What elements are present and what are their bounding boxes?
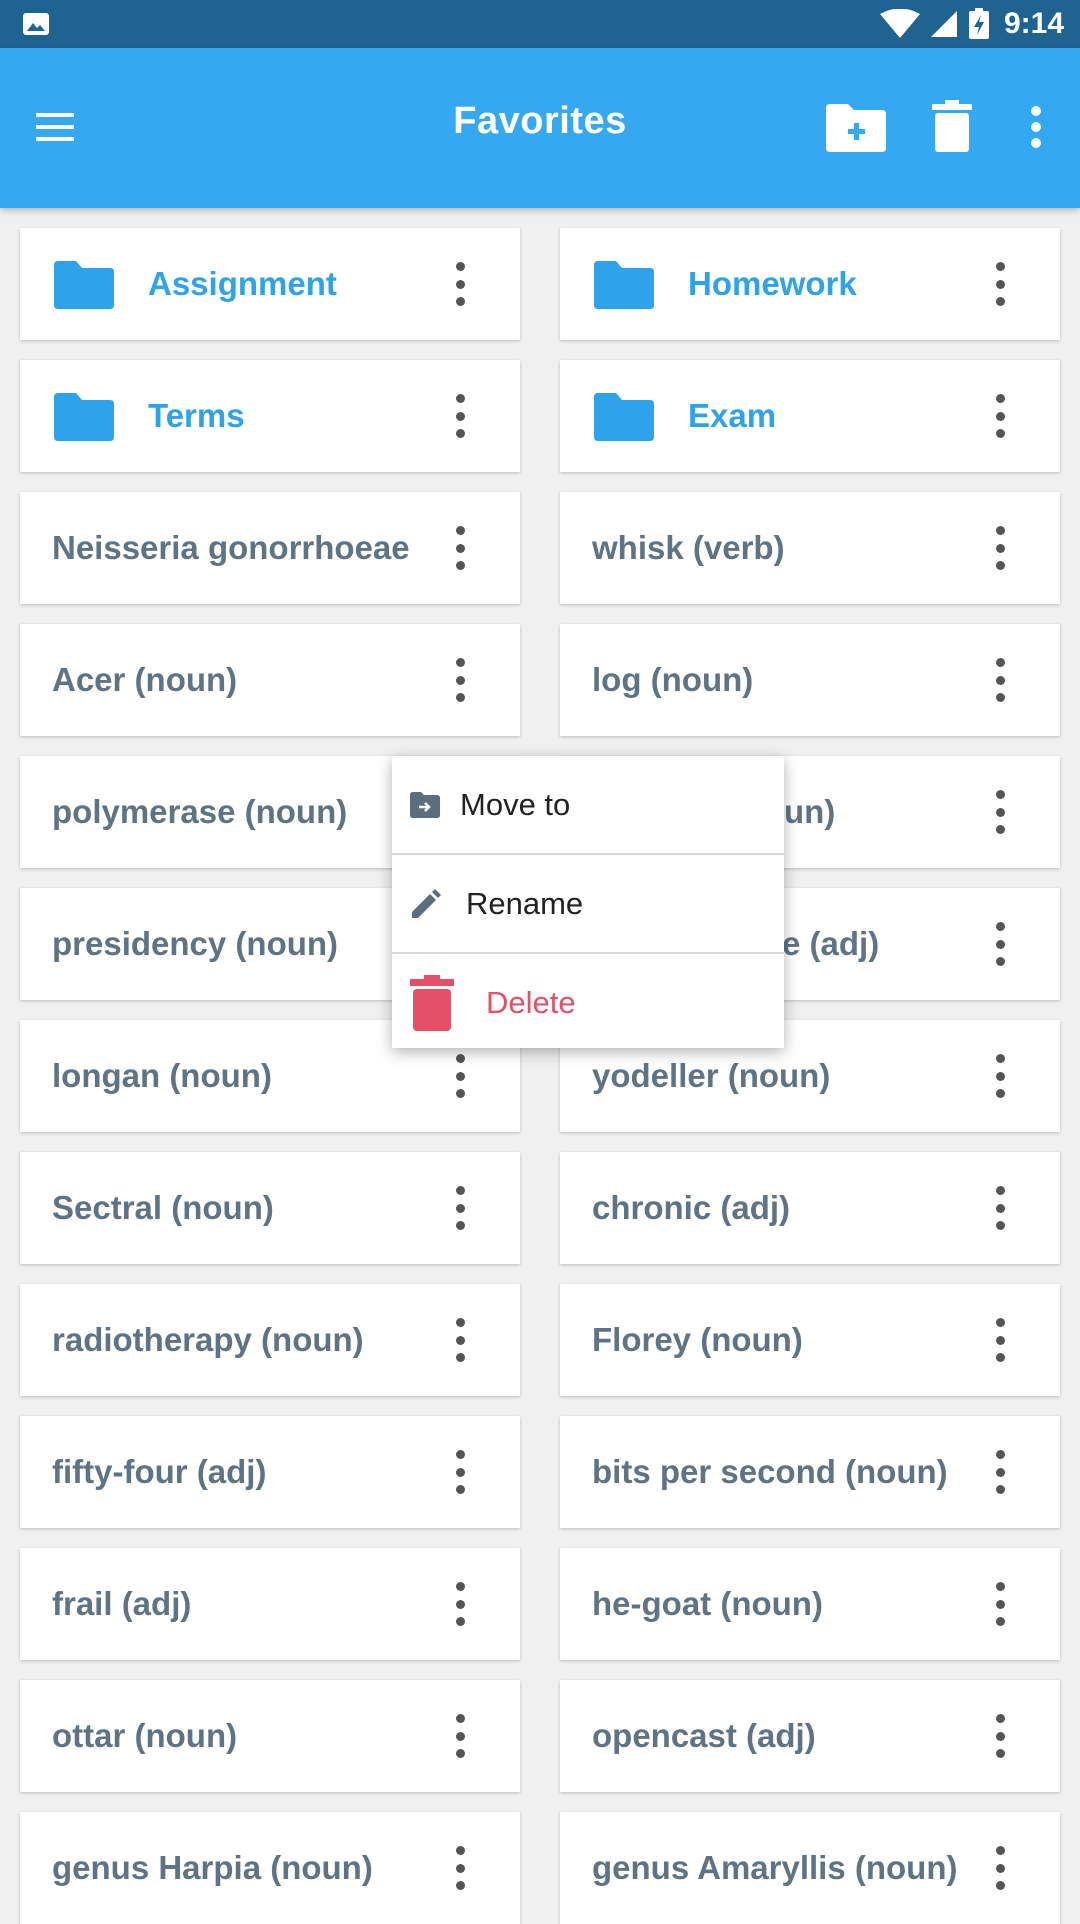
folder-card-assignment[interactable]: Assignment — [20, 228, 520, 340]
move-to-icon — [410, 791, 440, 818]
word-label: genus Harpia (noun) — [52, 1849, 373, 1886]
word-card[interactable]: opencast (adj) — [560, 1680, 1060, 1792]
word-card[interactable]: bits per second (noun) — [560, 1416, 1060, 1528]
more-vert-icon[interactable] — [988, 1582, 1012, 1626]
more-vert-icon[interactable] — [988, 526, 1012, 570]
word-card[interactable]: radiotherapy (noun) — [20, 1284, 520, 1396]
more-vert-icon[interactable] — [988, 1318, 1012, 1362]
folder-label: Exam — [688, 397, 777, 434]
menu-item-label: Move to — [460, 786, 571, 822]
word-card[interactable]: log (noun) — [560, 624, 1060, 736]
word-card[interactable]: he-goat (noun) — [560, 1548, 1060, 1660]
more-vert-icon[interactable] — [988, 1846, 1012, 1890]
word-label: Florey (noun) — [592, 1321, 803, 1358]
word-label: longan (noun) — [52, 1057, 272, 1094]
word-label: Acer (noun) — [52, 661, 238, 698]
more-vert-icon[interactable] — [988, 262, 1012, 306]
folder-card-terms[interactable]: Terms — [20, 360, 520, 472]
menu-item-label: Delete — [486, 984, 576, 1020]
more-vert-icon[interactable] — [448, 1186, 472, 1230]
status-icons: 9:14 — [879, 0, 1064, 48]
more-vert-icon[interactable] — [988, 1054, 1012, 1098]
status-bar: 9:14 — [0, 0, 1080, 48]
folder-icon — [54, 261, 114, 309]
more-vert-icon[interactable] — [448, 1714, 472, 1758]
cell-signal-icon — [930, 11, 957, 37]
word-card[interactable]: ottar (noun) — [20, 1680, 520, 1792]
folder-icon — [594, 393, 654, 441]
more-vert-icon[interactable] — [988, 1450, 1012, 1494]
more-vert-icon[interactable] — [1022, 106, 1050, 148]
word-label: radiotherapy (noun) — [52, 1321, 364, 1358]
more-vert-icon[interactable] — [448, 1054, 472, 1098]
word-label: frail (adj) — [52, 1585, 192, 1622]
folder-label: Terms — [148, 397, 245, 434]
more-vert-icon[interactable] — [448, 1846, 472, 1890]
word-label: Sectral (noun) — [52, 1189, 274, 1226]
word-label: Neisseria gonorrhoeae — [52, 529, 410, 566]
app-bar: Favorites — [0, 48, 1080, 208]
image-notification-icon — [23, 13, 49, 35]
word-label: whisk (verb) — [592, 529, 785, 566]
word-card[interactable]: fifty-four (adj) — [20, 1416, 520, 1528]
more-vert-icon[interactable] — [988, 922, 1012, 966]
word-label: he-goat (noun) — [592, 1585, 823, 1622]
folder-label: Assignment — [148, 265, 337, 302]
word-label: un) — [784, 793, 836, 830]
menu-item-move-to[interactable]: Move to — [392, 756, 784, 853]
folder-icon — [594, 261, 654, 309]
word-label: bits per second (noun) — [592, 1453, 948, 1490]
word-label: genus Amaryllis (noun) — [592, 1849, 958, 1886]
more-vert-icon[interactable] — [988, 658, 1012, 702]
word-label: ottar (noun) — [52, 1717, 238, 1754]
battery-charging-icon — [968, 8, 989, 39]
word-label: polymerase (noun) — [52, 793, 348, 830]
word-card[interactable]: Neisseria gonorrhoeae — [20, 492, 520, 604]
word-label: chronic (adj) — [592, 1189, 791, 1226]
page-title: Favorites — [453, 100, 627, 142]
word-label: fifty-four (adj) — [52, 1453, 267, 1490]
more-vert-icon[interactable] — [988, 790, 1012, 834]
menu-item-rename[interactable]: Rename — [392, 853, 784, 952]
word-card[interactable]: genus Harpia (noun) — [20, 1812, 520, 1924]
more-vert-icon[interactable] — [448, 658, 472, 702]
more-vert-icon[interactable] — [448, 394, 472, 438]
pencil-icon — [412, 888, 441, 918]
word-label: opencast (adj) — [592, 1717, 816, 1754]
status-time: 9:14 — [1003, 7, 1064, 40]
word-card[interactable]: chronic (adj) — [560, 1152, 1060, 1264]
more-vert-icon[interactable] — [448, 1318, 472, 1362]
more-vert-icon[interactable] — [988, 1714, 1012, 1758]
folder-label: Homework — [688, 265, 857, 302]
menu-item-label: Rename — [466, 885, 584, 921]
word-card[interactable]: frail (adj) — [20, 1548, 520, 1660]
word-label: e (adj) — [782, 925, 880, 962]
word-card[interactable]: genus Amaryllis (noun) — [560, 1812, 1060, 1924]
folder-icon — [54, 393, 114, 441]
more-vert-icon[interactable] — [448, 262, 472, 306]
folder-card-exam[interactable]: Exam — [560, 360, 1060, 472]
menu-item-delete[interactable]: Delete — [392, 952, 784, 1051]
more-vert-icon[interactable] — [448, 526, 472, 570]
wifi-icon — [879, 9, 920, 38]
word-card[interactable]: Sectral (noun) — [20, 1152, 520, 1264]
more-vert-icon[interactable] — [448, 1582, 472, 1626]
more-vert-icon[interactable] — [988, 1186, 1012, 1230]
trash-icon[interactable] — [932, 100, 972, 152]
word-card[interactable]: Acer (noun) — [20, 624, 520, 736]
more-vert-icon[interactable] — [988, 394, 1012, 438]
more-vert-icon[interactable] — [448, 1450, 472, 1494]
word-label: log (noun) — [592, 661, 754, 698]
word-label: presidency (noun) — [52, 925, 339, 962]
word-card[interactable]: Florey (noun) — [560, 1284, 1060, 1396]
word-label: yodeller (noun) — [592, 1057, 831, 1094]
context-menu: Move to Rename Delete — [392, 756, 784, 1048]
folder-card-homework[interactable]: Homework — [560, 228, 1060, 340]
trash-icon — [410, 974, 454, 1031]
new-folder-icon[interactable] — [826, 104, 886, 152]
word-card[interactable]: whisk (verb) — [560, 492, 1060, 604]
